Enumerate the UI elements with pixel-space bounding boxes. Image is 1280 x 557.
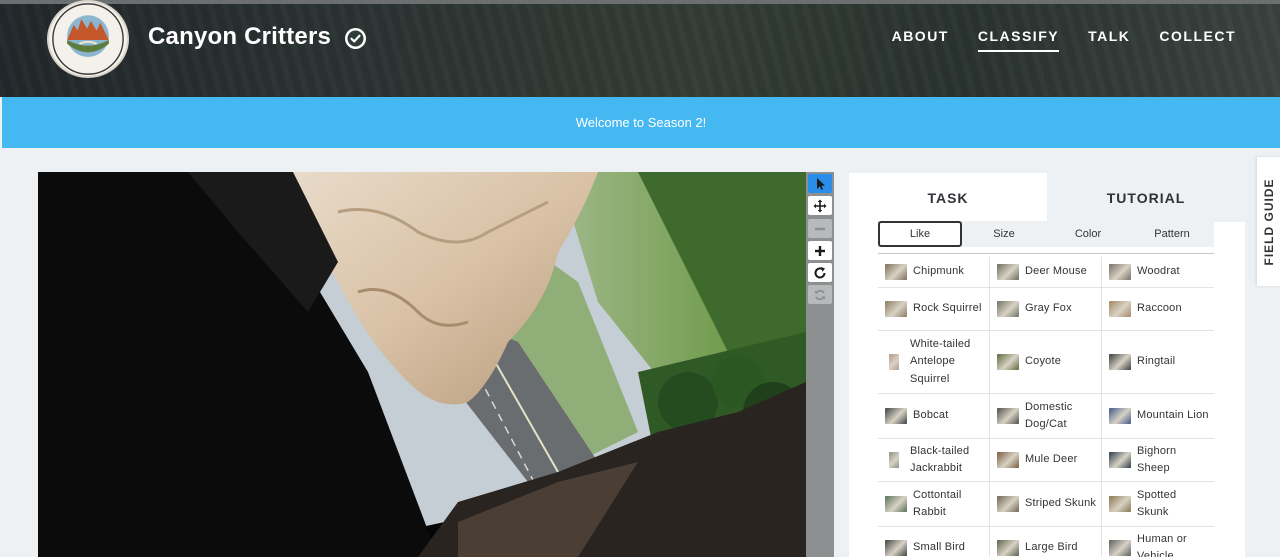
species-thumbnail-icon	[885, 540, 907, 556]
species-choice[interactable]: Raccoon	[1102, 288, 1214, 331]
species-thumbnail-icon	[997, 496, 1019, 512]
species-choice-label: Small Bird	[913, 541, 966, 554]
species-choice[interactable]: Coyote	[990, 331, 1102, 394]
species-choice-label: Bighorn Sheep	[1137, 444, 1177, 475]
species-choice-label: White-tailed Antelope Squirrel	[910, 337, 971, 385]
species-choice[interactable]: Cottontail Rabbit	[878, 482, 990, 527]
species-choice[interactable]: Mule Deer	[990, 439, 1102, 482]
field-guide-label: FIELD GUIDE	[1261, 177, 1276, 266]
species-thumbnail-icon	[889, 354, 899, 370]
species-choice-grid: Chipmunk Deer Mouse Woodrat Rock Squirrel Gr…	[878, 257, 1214, 557]
tab-task[interactable]: TASK	[849, 173, 1047, 222]
species-choice[interactable]: Large Bird	[990, 527, 1102, 557]
species-thumbnail-icon	[997, 408, 1019, 424]
species-thumbnail-icon	[1109, 354, 1131, 370]
species-choice-label: Large Bird	[1025, 541, 1078, 554]
filter-size[interactable]: Size	[962, 221, 1046, 247]
species-thumbnail-icon	[885, 496, 907, 512]
camera-trap-image	[38, 172, 806, 557]
viewer-toolbar	[806, 172, 834, 557]
species-thumbnail-icon	[997, 540, 1019, 556]
species-choice-label: Coyote	[1025, 355, 1062, 368]
species-thumbnail-icon	[1109, 452, 1131, 468]
project-logo[interactable]	[47, 0, 129, 78]
species-choice-label: Deer Mouse	[1025, 265, 1087, 278]
species-choice-label: Ringtail	[1137, 355, 1176, 368]
species-choice[interactable]: Bobcat	[878, 394, 990, 439]
filter-divider	[878, 253, 1214, 254]
species-thumbnail-icon	[997, 264, 1019, 280]
species-choice[interactable]: Mountain Lion	[1102, 394, 1214, 439]
species-thumbnail-icon	[997, 354, 1019, 370]
field-guide-button[interactable]: FIELD GUIDE	[1257, 157, 1280, 286]
move-icon[interactable]	[808, 196, 832, 215]
zoom-in-icon[interactable]	[808, 241, 832, 260]
project-header: Canyon Critters ABOUT CLASSIFY TALK COLL…	[0, 0, 1280, 97]
species-choice[interactable]: Woodrat	[1102, 257, 1214, 288]
project-nav: ABOUT CLASSIFY TALK COLLECT	[892, 28, 1236, 52]
species-choice-label: Woodrat	[1137, 265, 1180, 278]
rotate-icon[interactable]	[808, 263, 832, 282]
species-thumbnail-icon	[885, 408, 907, 424]
filter-pattern[interactable]: Pattern	[1130, 221, 1214, 247]
species-thumbnail-icon	[1109, 540, 1131, 556]
project-title[interactable]: Canyon Critters	[148, 23, 331, 51]
species-choice[interactable]: Rock Squirrel	[878, 288, 990, 331]
species-thumbnail-icon	[885, 301, 907, 317]
nav-collect[interactable]: COLLECT	[1159, 28, 1236, 52]
species-choice-label: Striped Skunk	[1025, 497, 1097, 510]
species-choice-label: Gray Fox	[1025, 302, 1072, 315]
species-thumbnail-icon	[1109, 496, 1131, 512]
filter-like[interactable]: Like	[878, 221, 962, 247]
species-choice[interactable]: Ringtail	[1102, 331, 1214, 394]
announcement-banner: Welcome to Season 2!	[2, 97, 1280, 148]
species-choice[interactable]: Striped Skunk	[990, 482, 1102, 527]
species-choice[interactable]: Black-tailed Jackrabbit	[878, 439, 990, 482]
species-thumbnail-icon	[889, 452, 899, 468]
species-choice-label: Mule Deer	[1025, 453, 1078, 466]
species-choice[interactable]: Bighorn Sheep	[1102, 439, 1214, 482]
task-panel: TASK TUTORIAL Like Size Color Pattern Ch…	[849, 173, 1245, 557]
species-choice[interactable]: Chipmunk	[878, 257, 990, 288]
zoom-out-icon[interactable]	[808, 219, 832, 238]
species-choice-label: Mountain Lion	[1137, 409, 1209, 422]
species-choice[interactable]: Human or Vehicle	[1102, 527, 1214, 557]
species-choice-label: Cottontail Rabbit	[913, 488, 962, 519]
pointer-icon[interactable]	[808, 174, 832, 193]
species-choice-label: Domestic Dog/Cat	[1025, 400, 1073, 431]
species-choice[interactable]: Gray Fox	[990, 288, 1102, 331]
nav-talk[interactable]: TALK	[1088, 28, 1130, 52]
species-choice[interactable]: White-tailed Antelope Squirrel	[878, 331, 990, 394]
species-choice[interactable]: Deer Mouse	[990, 257, 1102, 288]
species-choice-label: Chipmunk	[913, 265, 965, 278]
species-thumbnail-icon	[1109, 264, 1131, 280]
species-choice-label: Human or Vehicle	[1137, 532, 1187, 557]
nav-classify[interactable]: CLASSIFY	[977, 28, 1060, 52]
task-tabs: TASK TUTORIAL	[849, 173, 1245, 222]
choice-filter-bar: Like Size Color Pattern	[878, 221, 1214, 247]
canyon-critters-logo-icon	[52, 3, 124, 75]
species-thumbnail-icon	[1109, 301, 1131, 317]
tab-tutorial[interactable]: TUTORIAL	[1047, 173, 1245, 222]
species-thumbnail-icon	[997, 452, 1019, 468]
filter-color[interactable]: Color	[1046, 221, 1130, 247]
species-thumbnail-icon	[1109, 408, 1131, 424]
subject-image-viewer[interactable]	[38, 172, 806, 557]
species-choice-label: Raccoon	[1137, 302, 1182, 315]
species-choice[interactable]: Small Bird	[878, 527, 990, 557]
nav-about[interactable]: ABOUT	[892, 28, 949, 52]
species-choice-label: Rock Squirrel	[913, 302, 982, 315]
species-choice-label: Spotted Skunk	[1137, 488, 1177, 519]
species-thumbnail-icon	[885, 264, 907, 280]
species-choice[interactable]: Domestic Dog/Cat	[990, 394, 1102, 439]
species-choice[interactable]: Spotted Skunk	[1102, 482, 1214, 527]
reset-icon[interactable]	[808, 285, 832, 304]
species-choice-label: Bobcat	[913, 409, 949, 422]
verified-badge-icon	[345, 28, 366, 49]
species-choice-label: Black-tailed Jackrabbit	[910, 444, 970, 475]
species-thumbnail-icon	[997, 301, 1019, 317]
